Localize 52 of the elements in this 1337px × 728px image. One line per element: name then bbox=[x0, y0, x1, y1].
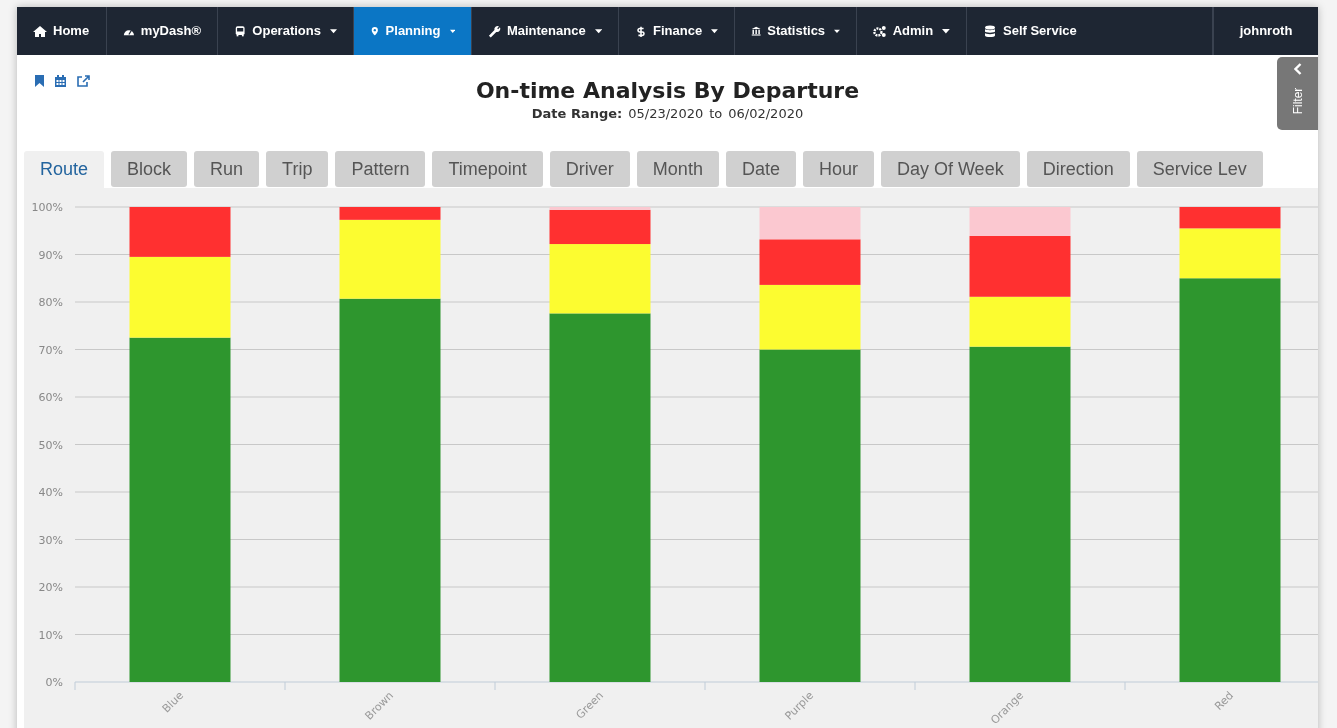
dollar-icon bbox=[635, 24, 647, 38]
database-icon bbox=[983, 24, 997, 38]
nav-item[interactable]: Self Service bbox=[967, 7, 1213, 55]
tab[interactable]: Route bbox=[24, 151, 105, 188]
axis-label: 100% bbox=[31, 201, 63, 214]
tab[interactable]: Pattern bbox=[335, 151, 426, 187]
axis-label: 40% bbox=[38, 486, 63, 499]
date-separator: to bbox=[709, 105, 723, 123]
axis-label: 10% bbox=[38, 628, 63, 642]
report-title: On-time Analysis By Departure bbox=[475, 77, 860, 105]
tab[interactable]: Date bbox=[725, 151, 796, 187]
nav-item[interactable]: Maintenance bbox=[472, 7, 619, 55]
nav-item[interactable]: myDash® bbox=[107, 7, 218, 55]
axis-label: 50% bbox=[38, 438, 63, 452]
tab[interactable]: Block bbox=[111, 151, 188, 187]
date-range-label: Date Range: bbox=[531, 105, 623, 123]
calendar-icon[interactable] bbox=[55, 75, 66, 87]
tab[interactable]: Timepoint bbox=[432, 151, 543, 187]
nav-item[interactable]: Home bbox=[17, 7, 107, 55]
tab[interactable]: Month bbox=[636, 151, 719, 187]
map-pin-icon bbox=[370, 24, 380, 38]
axis-label: 90% bbox=[38, 248, 63, 262]
tab[interactable]: Trip bbox=[266, 151, 329, 187]
chevron-left-icon bbox=[1293, 63, 1302, 75]
gears-icon bbox=[873, 24, 887, 38]
tab[interactable]: Driver bbox=[549, 151, 630, 187]
axis-label: 60% bbox=[38, 391, 63, 404]
bank-icon bbox=[751, 24, 762, 38]
date-from: 05/23/2020 bbox=[628, 105, 704, 123]
tab[interactable]: Day Of Week bbox=[880, 151, 1020, 187]
nav-item[interactable]: Statistics bbox=[735, 7, 857, 55]
axis-label: 20% bbox=[38, 581, 63, 594]
nav-item[interactable]: Planning bbox=[354, 7, 472, 55]
tab[interactable]: Direction bbox=[1026, 151, 1130, 187]
external-link-icon[interactable] bbox=[77, 75, 90, 87]
axis-label: 30% bbox=[38, 533, 63, 547]
axis-label: 0% bbox=[45, 676, 63, 689]
filter-tab[interactable]: Filter bbox=[1277, 57, 1318, 130]
user-name[interactable]: johnroth bbox=[1239, 21, 1293, 41]
axis-label: 80% bbox=[38, 296, 63, 309]
tab[interactable]: Service Lev bbox=[1136, 151, 1263, 187]
wrench-icon bbox=[488, 24, 501, 38]
axis-label: 70% bbox=[38, 343, 63, 357]
nav-item[interactable]: Finance bbox=[619, 7, 735, 55]
date-to: 06/02/2020 bbox=[728, 105, 804, 123]
bookmark-icon[interactable] bbox=[35, 75, 44, 87]
home-icon bbox=[33, 24, 47, 38]
tab[interactable]: Hour bbox=[802, 151, 874, 187]
nav-item[interactable]: Admin bbox=[857, 7, 967, 55]
tab[interactable]: Run bbox=[194, 151, 260, 187]
bus-icon bbox=[234, 24, 247, 38]
filter-label: Filter bbox=[1290, 86, 1305, 117]
